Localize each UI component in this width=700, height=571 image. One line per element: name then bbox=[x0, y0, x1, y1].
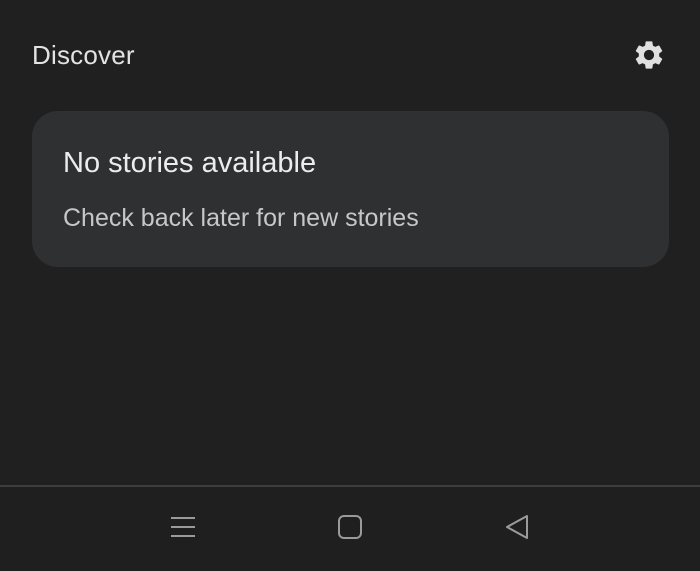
discover-header: Discover bbox=[0, 0, 700, 110]
empty-state-subtitle: Check back later for new stories bbox=[63, 204, 419, 232]
gear-icon bbox=[632, 38, 666, 77]
rounded-square-home-icon bbox=[337, 514, 363, 545]
recents-button[interactable] bbox=[161, 507, 205, 551]
home-button[interactable] bbox=[328, 507, 372, 551]
discover-screen: Discover No stories available Check back… bbox=[0, 0, 700, 571]
page-title: Discover bbox=[32, 40, 135, 70]
triangle-back-icon bbox=[504, 514, 530, 545]
back-button[interactable] bbox=[495, 507, 539, 551]
settings-button[interactable] bbox=[630, 38, 668, 76]
empty-state-title: No stories available bbox=[63, 147, 317, 179]
menu-lines-icon bbox=[170, 514, 196, 545]
empty-stories-card: No stories available Check back later fo… bbox=[32, 111, 669, 267]
system-navigation-bar bbox=[0, 487, 700, 571]
